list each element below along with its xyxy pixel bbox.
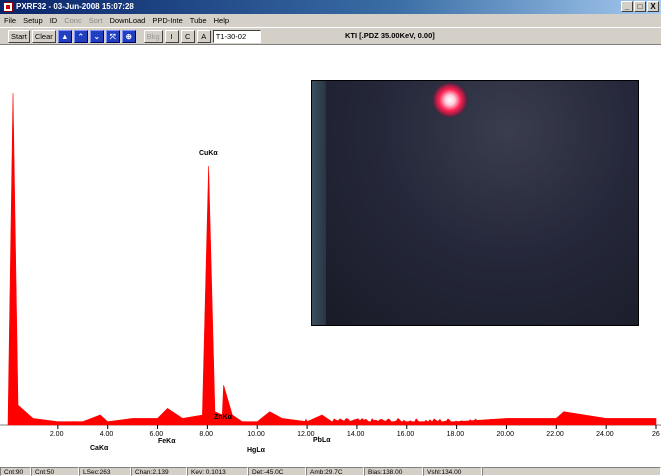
camera-edge	[312, 81, 326, 325]
status-lsec: LSec:263	[79, 467, 131, 476]
x-tick-label: 12.00	[297, 431, 315, 438]
x-tick-label: 26	[652, 431, 660, 438]
clear-button[interactable]: Clear	[31, 29, 56, 43]
x-tick-label: 6.00	[149, 431, 164, 438]
status-chan: Chan:2.139	[131, 467, 187, 476]
status-det: Det:-45.0C	[248, 467, 306, 476]
x-tick-marks	[57, 425, 657, 429]
status-kev: Kev: 0.1013	[187, 467, 248, 476]
sample-name-input[interactable]: T1-30-02	[212, 29, 261, 43]
status-empty	[482, 467, 661, 476]
start-button[interactable]: Start	[8, 29, 30, 43]
x-tick-label: 22.00	[546, 431, 564, 438]
menu-download[interactable]: DownLoad	[109, 16, 145, 25]
menu-conc[interactable]: Conc	[64, 16, 82, 25]
bkg-button[interactable]: Bkg	[143, 29, 163, 43]
x-tick-label: 10.00	[247, 431, 265, 438]
peak-label-ca: CaKα	[90, 445, 109, 452]
peak-label-zn: ZnKα	[214, 414, 232, 421]
camera-image	[311, 80, 639, 326]
menu-ppd-inte[interactable]: PPD-Inte	[152, 16, 182, 25]
x-tick-label: 4.00	[99, 431, 114, 438]
close-button[interactable]: X	[647, 1, 659, 12]
peak-label-pb: PbLα	[313, 437, 331, 444]
x-tick-label: 24.00	[596, 431, 614, 438]
app-icon	[3, 2, 13, 12]
menu-id[interactable]: ID	[50, 16, 58, 25]
c-button[interactable]: C	[180, 29, 195, 43]
x-tick-label: 20.00	[496, 431, 514, 438]
menu-setup[interactable]: Setup	[23, 16, 43, 25]
status-count: Cnt:90	[0, 467, 31, 476]
menu-tube[interactable]: Tube	[190, 16, 207, 25]
scale-down-icon[interactable]: ⌄	[89, 29, 104, 43]
menu-sort[interactable]: Sort	[89, 16, 103, 25]
status-bias: Bias:138.00	[364, 467, 423, 476]
title-bar: PXRF32 - 03-Jun-2008 15:07:28 _ □ X	[0, 0, 661, 14]
scale-up-icon[interactable]: ⌃	[73, 29, 88, 43]
expand-icon[interactable]: ⤧	[105, 29, 120, 43]
status-vshl: Vshl:134.00	[423, 467, 482, 476]
reset-view-icon[interactable]: ⊕	[121, 29, 136, 43]
peak-label-cu: CuKα	[199, 150, 218, 157]
status-count2: Cnt:50	[31, 467, 79, 476]
toolbar: Start Clear ▲ ⌃ ⌄ ⤧ ⊕ Bkg I C A T1-30-02…	[0, 27, 661, 44]
x-tick-label: 2.00	[49, 431, 64, 438]
x-tick-label: 16.00	[396, 431, 415, 438]
a-button[interactable]: A	[196, 29, 211, 43]
minimize-button[interactable]: _	[621, 1, 633, 12]
window-controls: _ □ X	[621, 1, 659, 12]
xray-spot	[433, 83, 467, 117]
x-tick-label: 8.00	[199, 431, 213, 438]
status-bar: Cnt:90 Cnt:50 LSec:263 Chan:2.139 Kev: 0…	[0, 467, 661, 476]
i-button[interactable]: I	[164, 29, 179, 43]
peak-label-fe: FeKα	[158, 438, 176, 445]
x-tick-label: 14.00	[346, 431, 365, 438]
x-tick-label: 18.00	[446, 431, 465, 438]
menu-file[interactable]: File	[4, 16, 16, 25]
zoom-in-icon[interactable]: ▲	[57, 29, 72, 43]
spectrum-info: KTI [.PDZ 35.00KeV, 0.00]	[345, 31, 435, 40]
spectrum-panel[interactable]: CuKα FeKα CaKα ZnKα HgLα PbLα 2.00 4.00 6.…	[0, 44, 661, 467]
maximize-button[interactable]: □	[634, 1, 646, 12]
status-amb: Amb:29.7C	[306, 467, 364, 476]
peak-label-hg: HgLα	[247, 447, 265, 454]
window-title: PXRF32 - 03-Jun-2008 15:07:28	[16, 2, 134, 11]
menu-bar: File Setup ID Conc Sort DownLoad PPD-Int…	[0, 14, 661, 27]
menu-help[interactable]: Help	[214, 16, 229, 25]
